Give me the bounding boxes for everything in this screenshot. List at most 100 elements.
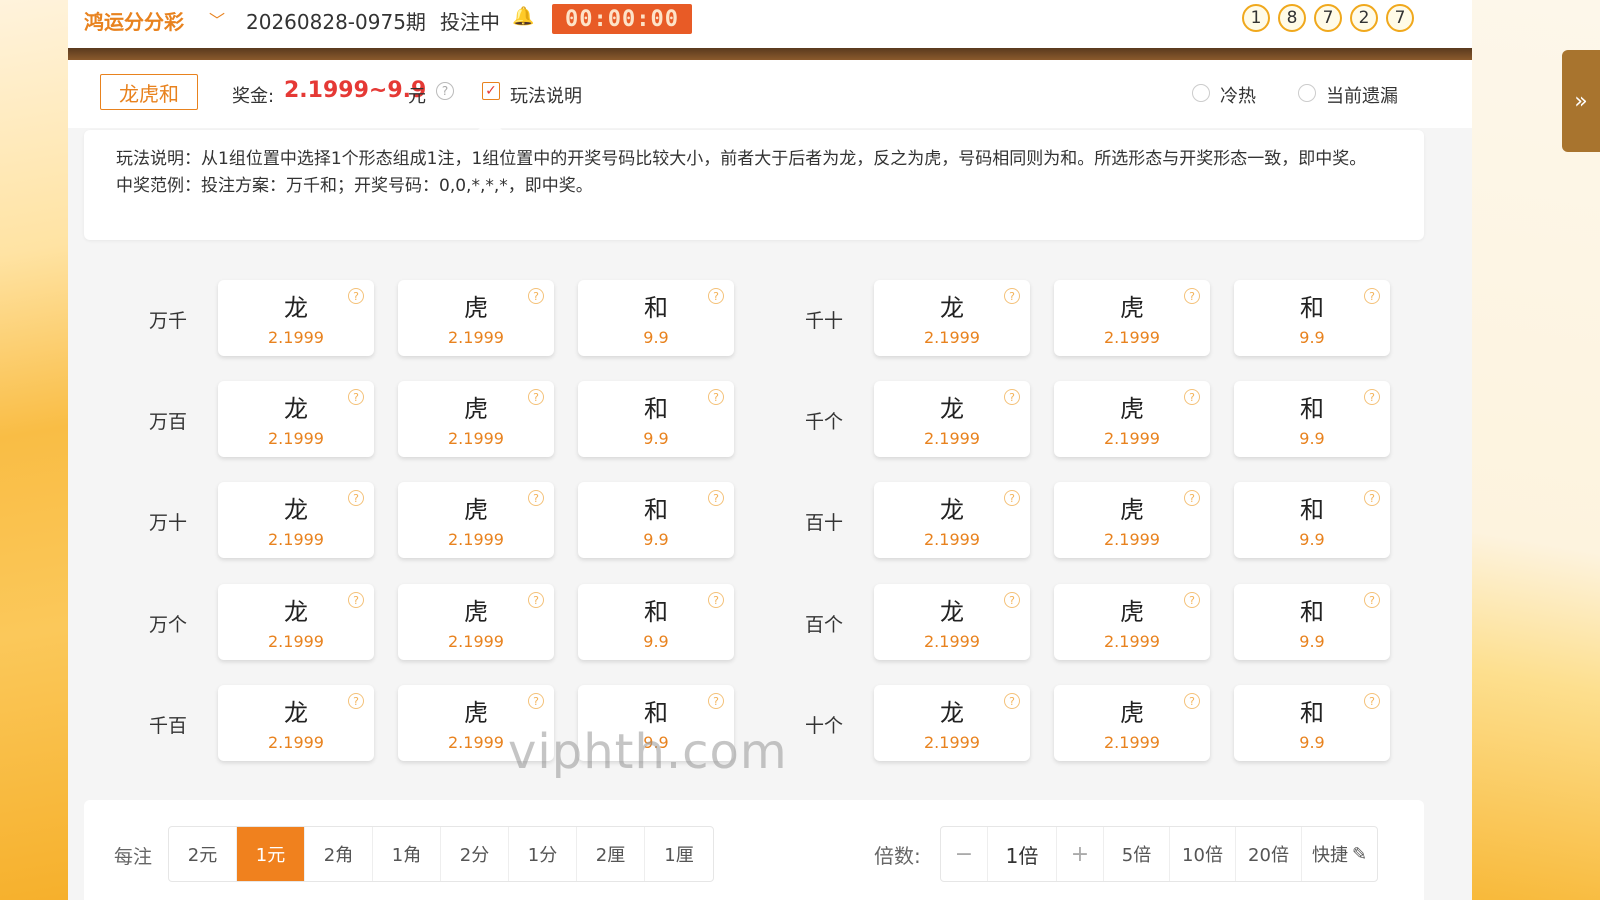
current-missing-label[interactable]: 当前遗漏 — [1326, 82, 1398, 108]
unit-option[interactable]: 2分 — [441, 827, 509, 881]
bet-option-button[interactable]: 龙 2.1999? — [218, 482, 374, 558]
bet-option-button[interactable]: 龙 2.1999? — [218, 381, 374, 457]
unit-option[interactable]: 1分 — [509, 827, 577, 881]
help-icon[interactable]: ? — [1184, 490, 1200, 506]
bet-option-button[interactable]: 和 9.9? — [1234, 685, 1390, 761]
bet-option-button[interactable]: 龙 2.1999? — [218, 280, 374, 356]
bet-option-button[interactable]: 龙 2.1999? — [874, 685, 1030, 761]
bet-option-button[interactable]: 龙 2.1999? — [218, 584, 374, 660]
option-odds: 2.1999 — [1104, 632, 1160, 651]
bet-option-button[interactable]: 虎 2.1999? — [1054, 280, 1210, 356]
help-icon[interactable]: ? — [1184, 288, 1200, 304]
bet-option-button[interactable]: 和 9.9? — [578, 381, 734, 457]
help-icon[interactable]: ? — [528, 288, 544, 304]
help-icon[interactable]: ? — [708, 490, 724, 506]
bet-option-button[interactable]: 龙 2.1999? — [874, 381, 1030, 457]
help-icon[interactable]: ? — [1004, 490, 1020, 506]
help-icon[interactable]: ? — [1364, 592, 1380, 608]
help-icon[interactable]: ? — [528, 490, 544, 506]
unit-option[interactable]: 1角 — [373, 827, 441, 881]
bet-option-button[interactable]: 和 9.9? — [1234, 280, 1390, 356]
unit-option[interactable]: 2角 — [305, 827, 373, 881]
help-icon[interactable]: ? — [708, 389, 724, 405]
option-odds: 2.1999 — [268, 632, 324, 651]
quick-button[interactable]: 快捷 ✎ — [1301, 827, 1377, 881]
help-icon[interactable]: ? — [436, 82, 454, 100]
help-icon[interactable]: ? — [528, 592, 544, 608]
help-icon[interactable]: ? — [1364, 490, 1380, 506]
bet-option-button[interactable]: 虎 2.1999? — [398, 584, 554, 660]
expand-sidebar-button[interactable]: » — [1562, 50, 1600, 152]
bet-option-button[interactable]: 虎 2.1999? — [398, 381, 554, 457]
option-odds: 2.1999 — [1104, 733, 1160, 752]
play-type-tag[interactable]: 龙虎和 — [100, 74, 198, 110]
bet-option-button[interactable]: 龙 2.1999? — [218, 685, 374, 761]
bet-option-button[interactable]: 龙 2.1999? — [874, 482, 1030, 558]
unit-option[interactable]: 1厘 — [645, 827, 713, 881]
preset-10x-button[interactable]: 10倍 — [1169, 827, 1235, 881]
option-odds: 9.9 — [643, 632, 669, 651]
bet-option-button[interactable]: 虎 2.1999? — [398, 482, 554, 558]
unit-option[interactable]: 2元 — [169, 827, 237, 881]
bet-option-button[interactable]: 龙 2.1999? — [874, 584, 1030, 660]
background-left — [0, 0, 70, 900]
help-icon[interactable]: ? — [528, 389, 544, 405]
rules-checkbox[interactable]: ✓ — [482, 82, 500, 100]
help-icon[interactable]: ? — [1364, 693, 1380, 709]
bet-option-button[interactable]: 虎 2.1999? — [1054, 584, 1210, 660]
bet-option-button[interactable]: 和 9.9? — [1234, 584, 1390, 660]
play-options-bar: 龙虎和 奖金: 2.1999~9.9 元 ? ✓ 玩法说明 冷热 当前遗漏 — [68, 60, 1472, 128]
help-icon[interactable]: ? — [1184, 592, 1200, 608]
help-icon[interactable]: ? — [348, 389, 364, 405]
help-icon[interactable]: ? — [348, 693, 364, 709]
help-icon[interactable]: ? — [708, 288, 724, 304]
option-odds: 2.1999 — [268, 328, 324, 347]
bet-option-button[interactable]: 虎 2.1999? — [398, 280, 554, 356]
help-icon[interactable]: ? — [708, 592, 724, 608]
rules-text: 玩法说明：从1组位置中选择1个形态组成1注，1组位置中的开奖号码比较大小，前者大… — [116, 149, 1367, 169]
lottery-name[interactable]: 鸿运分分彩 — [84, 6, 184, 35]
bet-option-button[interactable]: 和 9.9? — [1234, 482, 1390, 558]
bet-option-button[interactable]: 和 9.9? — [578, 280, 734, 356]
rules-checkbox-label[interactable]: 玩法说明 — [510, 82, 582, 108]
prize-value: 2.1999~9.9 — [284, 78, 427, 103]
help-icon[interactable]: ? — [708, 693, 724, 709]
bet-option-button[interactable]: 龙 2.1999? — [874, 280, 1030, 356]
bet-footer: 每注 2元 1元 2角 1角 2分 1分 2厘 1厘 倍数: − 1倍 + 5倍 10倍 20… — [84, 800, 1424, 900]
help-icon[interactable]: ? — [1184, 389, 1200, 405]
help-icon[interactable]: ? — [1004, 389, 1020, 405]
hot-cold-label[interactable]: 冷热 — [1220, 82, 1256, 108]
help-icon[interactable]: ? — [528, 693, 544, 709]
multiplier-control: − 1倍 + 5倍 10倍 20倍 快捷 ✎ — [940, 826, 1378, 882]
quick-label: 快捷 — [1311, 845, 1348, 866]
result-balls: 18727 — [1242, 4, 1414, 32]
hot-cold-radio[interactable] — [1192, 84, 1210, 102]
bet-option-button[interactable]: 虎 2.1999? — [1054, 482, 1210, 558]
result-ball: 7 — [1314, 4, 1342, 32]
current-missing-radio[interactable] — [1298, 84, 1316, 102]
help-icon[interactable]: ? — [1004, 288, 1020, 304]
help-icon[interactable]: ? — [1004, 592, 1020, 608]
help-icon[interactable]: ? — [1004, 693, 1020, 709]
preset-20x-button[interactable]: 20倍 — [1235, 827, 1301, 881]
increase-multiplier-button[interactable]: + — [1057, 827, 1103, 881]
preset-5x-button[interactable]: 5倍 — [1103, 827, 1169, 881]
help-icon[interactable]: ? — [348, 288, 364, 304]
bet-option-button[interactable]: 和 9.9? — [578, 482, 734, 558]
decrease-multiplier-button[interactable]: − — [941, 827, 987, 881]
help-icon[interactable]: ? — [1184, 693, 1200, 709]
bet-option-button[interactable]: 虎 2.1999? — [1054, 685, 1210, 761]
help-icon[interactable]: ? — [348, 592, 364, 608]
multiplier-input[interactable]: 1倍 — [987, 827, 1057, 881]
help-icon[interactable]: ? — [348, 490, 364, 506]
position-group-label: 万十 — [148, 512, 187, 534]
issue-number: 20260828-0975期 — [246, 10, 426, 34]
unit-option[interactable]: 1元 — [237, 827, 305, 881]
unit-option[interactable]: 2厘 — [577, 827, 645, 881]
bet-option-button[interactable]: 和 9.9? — [1234, 381, 1390, 457]
bet-option-button[interactable]: 和 9.9? — [578, 584, 734, 660]
bet-option-button[interactable]: 虎 2.1999? — [1054, 381, 1210, 457]
help-icon[interactable]: ? — [1364, 288, 1380, 304]
chevron-down-icon[interactable]: ﹀ — [209, 7, 225, 31]
help-icon[interactable]: ? — [1364, 389, 1380, 405]
